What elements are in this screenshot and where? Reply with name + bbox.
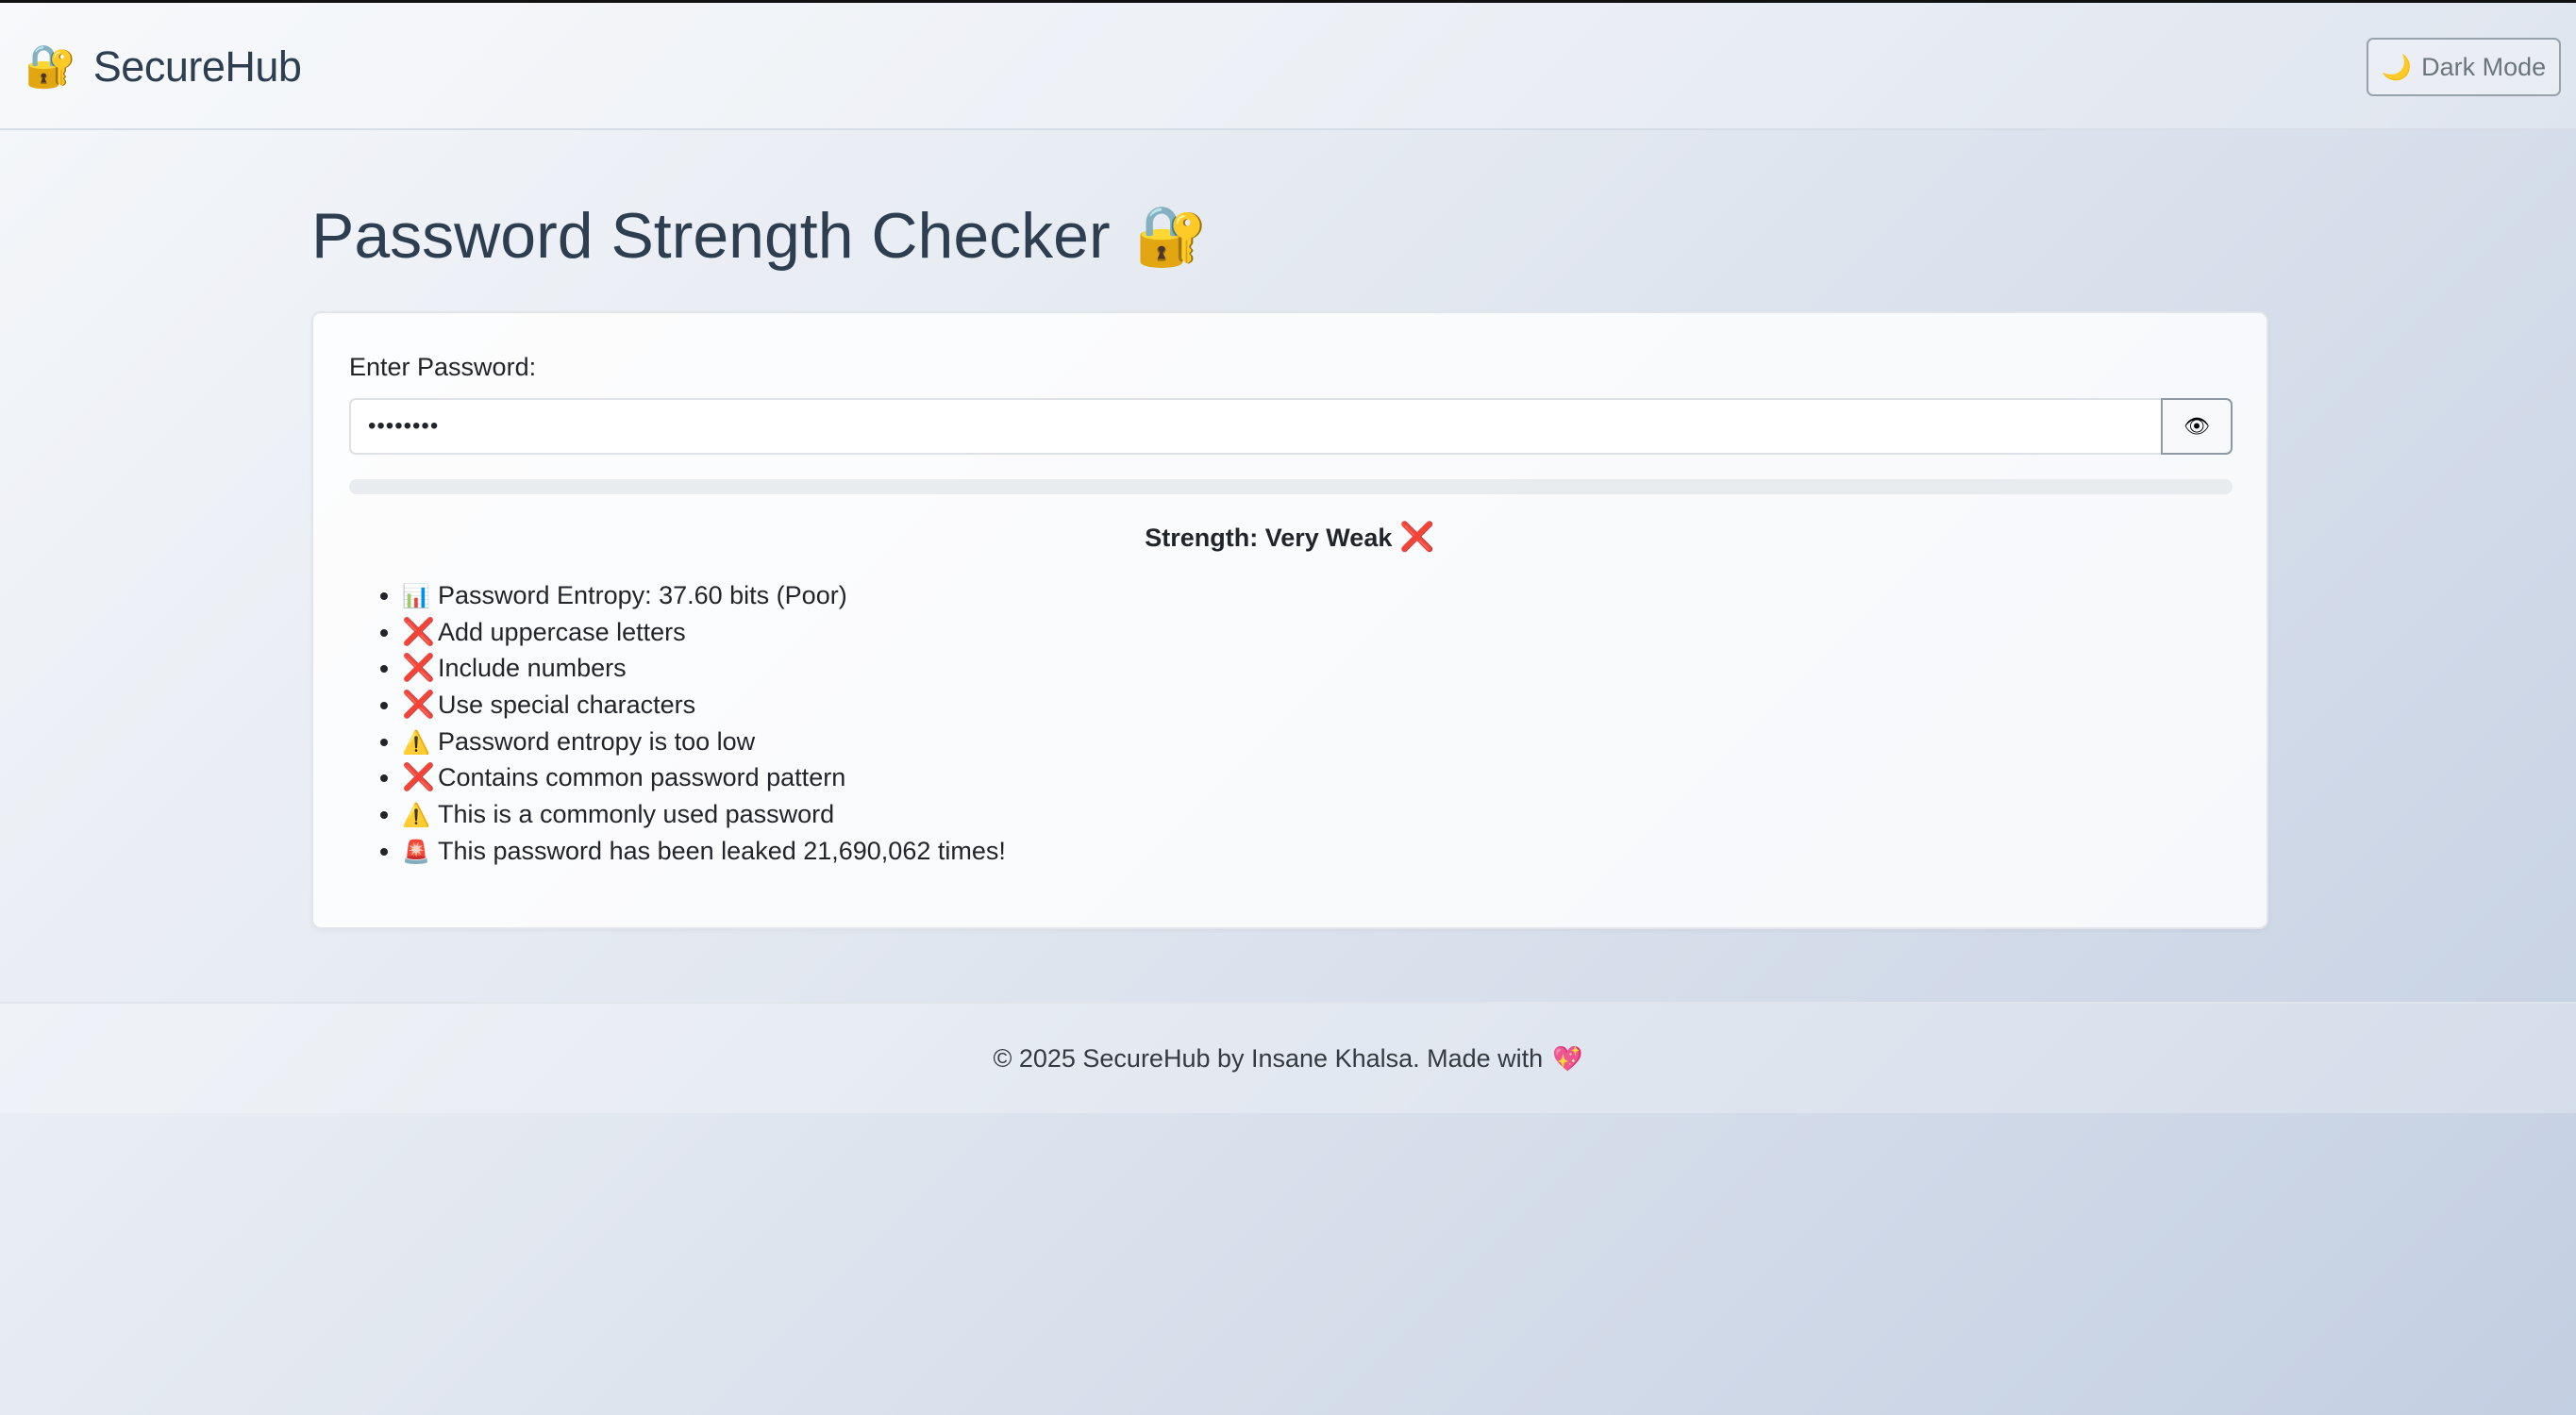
- password-card: Enter Password: 👁 Strength: Very Weak❌ 📊…: [311, 311, 2268, 929]
- dark-mode-label: Dark Mode: [2421, 52, 2547, 81]
- cross-icon: ❌: [402, 653, 435, 683]
- warning-icon: ⚠️: [402, 803, 430, 829]
- feedback-item: ⚠️ Password entropy is too low: [402, 724, 1006, 760]
- password-input-group: 👁: [349, 398, 2233, 455]
- feedback-list: 📊Password Entropy: 37.60 bits (Poor)❌Add…: [402, 577, 1006, 870]
- feedback-text: This is a commonly used password: [438, 800, 835, 829]
- feedback-text: Contains common password pattern: [438, 763, 846, 792]
- feedback-item: ❌Add uppercase letters: [402, 614, 1006, 651]
- eye-icon: 👁: [2183, 414, 2210, 438]
- strength-indicator: Strength: Very Weak ❌: [313, 521, 2267, 554]
- lock-key-icon: 🔐: [1134, 203, 1208, 269]
- dark-mode-button[interactable]: 🌙 Dark Mode: [2367, 38, 2561, 96]
- password-label: Enter Password:: [349, 353, 537, 381]
- brand-link[interactable]: 🔐 SecureHub: [25, 39, 302, 95]
- footer-text: © 2025 SecureHub by Insane Khalsa. Made …: [993, 1043, 1544, 1073]
- feedback-text: Password Entropy: 37.60 bits (Poor): [438, 581, 847, 609]
- feedback-text: Password entropy is too low: [438, 726, 756, 756]
- feedback-item: ❌Use special characters: [402, 687, 1006, 724]
- heart-icon: 💖: [1552, 1043, 1583, 1073]
- strength-text: Strength: Very Weak: [1145, 524, 1393, 552]
- warning-icon: ⚠️: [402, 729, 430, 756]
- feedback-item: ❌Contains common password pattern: [402, 759, 1006, 796]
- lock-key-icon: 🔐: [25, 43, 76, 90]
- feedback-item: ⚠️ This is a commonly used password: [402, 796, 1006, 833]
- bar-chart-icon: 📊: [402, 584, 430, 609]
- password-input[interactable]: [349, 398, 2161, 455]
- cross-icon: ❌: [402, 616, 435, 646]
- cross-icon: ❌: [402, 762, 435, 792]
- page-title: Password Strength Checker 🔐: [311, 198, 1208, 274]
- cross-icon: ❌: [402, 690, 435, 720]
- navbar: 🔐 SecureHub 🌙 Dark Mode: [0, 3, 2576, 130]
- moon-icon: 🌙: [2381, 52, 2413, 81]
- brand-name: SecureHub: [92, 42, 302, 91]
- feedback-item: ❌Include numbers: [402, 650, 1006, 687]
- feedback-text: Add uppercase letters: [438, 617, 686, 646]
- cross-icon: ❌: [1399, 522, 1435, 553]
- feedback-item: 📊 Password Entropy: 37.60 bits (Poor): [402, 577, 1006, 614]
- toggle-visibility-button[interactable]: 👁: [2161, 398, 2233, 455]
- feedback-text: Use special characters: [438, 691, 696, 720]
- feedback-text: This password has been leaked 21,690,062…: [438, 836, 1006, 865]
- strength-progress-bar: [349, 479, 2233, 494]
- feedback-text: Include numbers: [438, 654, 627, 683]
- feedback-item: 🚨 This password has been leaked 21,690,06…: [402, 833, 1006, 870]
- page-title-text: Password Strength Checker: [311, 200, 1111, 272]
- footer: © 2025 SecureHub by Insane Khalsa. Made …: [0, 1002, 2576, 1113]
- siren-icon: 🚨: [402, 839, 430, 865]
